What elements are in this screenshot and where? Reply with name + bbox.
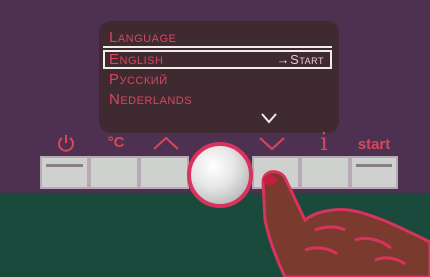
power-icon: [56, 133, 76, 153]
temperature-button[interactable]: [89, 156, 139, 189]
temperature-label: °C: [107, 134, 125, 151]
scroll-down-icon: [261, 113, 277, 124]
display-screen: Language English →start Русский Nederlan…: [99, 21, 339, 133]
hand-pointer-illustration: [261, 170, 430, 277]
chevron-down-icon: [258, 135, 286, 151]
menu-item-label: English: [109, 51, 164, 68]
power-button[interactable]: [40, 156, 89, 189]
menu-item-russian[interactable]: Русский: [109, 71, 334, 89]
button-indicator: [46, 164, 83, 167]
menu-title-language: Language: [109, 29, 177, 46]
selector-knob[interactable]: [187, 142, 253, 208]
menu-item-dutch[interactable]: Nederlands: [109, 91, 334, 109]
start-hint: →start: [276, 52, 324, 67]
up-button[interactable]: [139, 156, 189, 189]
start-label: start: [357, 136, 391, 153]
menu-item-english[interactable]: English →start: [109, 51, 334, 69]
info-label: i: [320, 128, 328, 156]
chevron-up-icon: [152, 135, 180, 151]
